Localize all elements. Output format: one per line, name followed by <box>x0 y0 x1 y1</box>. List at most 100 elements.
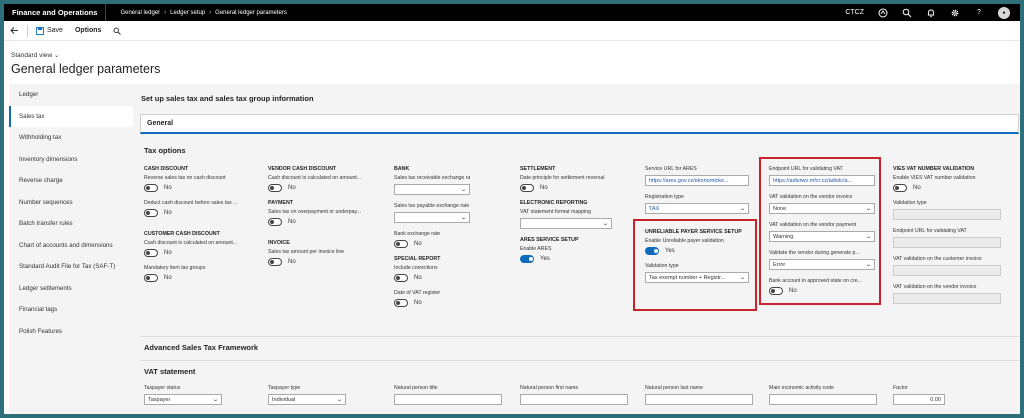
nav-item-number-sequences[interactable]: Number sequences <box>9 192 133 214</box>
vat-register-date-toggle[interactable]: No <box>394 299 470 307</box>
toggle-switch[interactable] <box>394 240 408 248</box>
divider <box>140 360 1019 361</box>
payable-rate-type-select[interactable]: ⌄ <box>394 212 470 223</box>
settlement-header: SETTLEMENT <box>520 166 556 172</box>
reverse-cash-discount-toggle[interactable]: No <box>144 184 256 192</box>
tab-general[interactable]: General <box>140 114 1019 134</box>
date-principle-toggle[interactable]: No <box>520 184 626 192</box>
bell-icon[interactable] <box>926 8 936 18</box>
include-corrections-toggle[interactable]: No <box>394 274 470 282</box>
registration-type-select[interactable]: TAX ⌄ <box>645 203 749 214</box>
chevron-down-icon: ⌄ <box>459 187 468 193</box>
taxpayer-status-value: Taxpayer <box>148 396 171 403</box>
breadcrumb-general-ledger[interactable]: General ledger <box>120 10 160 16</box>
app-frame: Finance and Operations General ledger › … <box>4 4 1020 414</box>
search-icon <box>113 27 122 35</box>
nav-item-saf-t[interactable]: Standard Audit File for Tax (SAF-T) <box>9 256 133 278</box>
back-button[interactable] <box>4 21 25 41</box>
copilot-icon[interactable] <box>878 8 888 18</box>
vat-register-date-label: Date of VAT register <box>394 290 441 296</box>
app-title[interactable]: Finance and Operations <box>4 4 107 21</box>
breadcrumb-ledger-setup[interactable]: Ledger setup <box>170 10 205 16</box>
natural-person-first-name-label: Natural person first name <box>520 385 579 391</box>
save-button[interactable]: Save <box>30 21 69 41</box>
nav-item-financial-tags[interactable]: Financial tags <box>9 299 133 321</box>
natural-person-first-name-input[interactable] <box>520 394 628 405</box>
vies-enable-toggle[interactable]: No <box>893 184 1001 192</box>
overpayment-label: Sales tax on overpayment or underpay... <box>268 209 362 215</box>
left-navigation: Ledger Sales tax Withholding tax Invento… <box>9 84 133 414</box>
toggle-switch[interactable] <box>893 184 907 192</box>
taxpayer-type-value: Individual <box>272 396 296 403</box>
ares-service-header: ARES SERVICE SETUP <box>520 237 579 243</box>
enable-ares-toggle[interactable]: Yes <box>520 255 626 263</box>
deduct-cash-discount-toggle[interactable]: No <box>144 209 256 217</box>
breadcrumb-general-ledger-parameters[interactable]: General ledger parameters <box>215 10 287 16</box>
bank-exchange-rate-toggle[interactable]: No <box>394 240 470 248</box>
mandatory-item-tax-groups-toggle[interactable]: No <box>144 274 256 282</box>
avatar[interactable]: ● <box>998 6 1010 19</box>
nav-item-ledger[interactable]: Ledger <box>9 84 133 106</box>
top-navigation-bar: Finance and Operations General ledger › … <box>4 4 1020 21</box>
gear-icon[interactable] <box>950 8 960 18</box>
mandatory-item-tax-groups-label: Mandatory item tax groups <box>144 265 206 271</box>
options-button[interactable]: Options <box>69 21 107 41</box>
nav-item-sales-tax[interactable]: Sales tax <box>9 105 133 127</box>
toggle-switch[interactable] <box>520 184 534 192</box>
nav-item-chart-of-accounts[interactable]: Chart of accounts and dimensions <box>9 235 133 257</box>
search-button[interactable] <box>107 21 127 41</box>
view-selector[interactable]: Standard view ⌄ <box>11 51 59 59</box>
ares-url-label: Service URL for ARES <box>645 166 697 172</box>
vies-customer-invoice-input <box>893 265 1001 276</box>
save-label: Save <box>47 27 63 34</box>
divider <box>140 336 1019 337</box>
toggle-switch[interactable] <box>144 184 158 192</box>
payment-header: PAYMENT <box>268 200 294 206</box>
toggle-switch[interactable] <box>520 255 534 263</box>
nav-item-withholding-tax[interactable]: Withholding tax <box>9 127 133 149</box>
vat-format-mapping-select[interactable]: ⌄ <box>520 218 612 229</box>
toggle-value: No <box>164 250 172 256</box>
toggle-switch[interactable] <box>394 274 408 282</box>
customer-cash-discount-calc-toggle[interactable]: No <box>144 249 256 257</box>
action-pane: Save Options <box>4 21 1020 41</box>
natural-person-last-name-input[interactable] <box>645 394 753 405</box>
bank-header: BANK <box>394 166 410 172</box>
nav-item-inventory-dimensions[interactable]: Inventory dimensions <box>9 149 133 171</box>
advanced-sales-tax-framework-title[interactable]: Advanced Sales Tax Framework <box>144 343 258 352</box>
toggle-switch[interactable] <box>394 299 408 307</box>
toggle-switch[interactable] <box>268 184 282 192</box>
taxpayer-status-select[interactable]: Taxpayer ⌄ <box>144 394 222 405</box>
vies-validation-type-input <box>893 209 1001 220</box>
overpayment-toggle[interactable]: No <box>268 218 380 226</box>
toggle-switch[interactable] <box>268 218 282 226</box>
factor-input[interactable]: 0.00 <box>893 394 945 405</box>
toggle-value: No <box>164 185 172 191</box>
vendor-cash-discount-calc-toggle[interactable]: No <box>268 184 380 192</box>
taxpayer-type-select[interactable]: Individual ⌄ <box>268 394 346 405</box>
natural-person-title-input[interactable] <box>394 394 502 405</box>
nav-item-batch-transfer-rules[interactable]: Batch transfer rules <box>9 213 133 235</box>
toggle-switch[interactable] <box>144 274 158 282</box>
column-vendor-cash-discount: VENDOR CASH DISCOUNT Cash discount is ca… <box>268 166 380 274</box>
chevron-down-icon: ⌄ <box>54 52 60 59</box>
factor-label: Factor <box>893 385 908 391</box>
date-principle-label: Date principle for settlement reversal <box>520 175 605 181</box>
vat-statement-title[interactable]: VAT statement <box>144 367 195 376</box>
per-invoice-line-toggle[interactable]: No <box>268 258 380 266</box>
divider <box>27 24 28 37</box>
nav-item-reverse-charge[interactable]: Reverse charge <box>9 170 133 192</box>
special-report-header: SPECIAL REPORT <box>394 256 441 262</box>
ares-url-input[interactable]: https://ares.gov.cz/ekonomicke... <box>645 175 749 186</box>
toggle-switch[interactable] <box>144 209 158 217</box>
nav-item-ledger-settlements[interactable]: Ledger settlements <box>9 278 133 300</box>
receivable-rate-type-select[interactable]: ⌄ <box>394 184 470 195</box>
company-selector[interactable]: CTCZ <box>845 9 864 16</box>
help-icon[interactable]: ? <box>974 8 984 18</box>
vendor-cash-discount-calc-label: Cash discount is calculated on amount... <box>268 175 362 181</box>
nav-item-polish-features[interactable]: Polish Features <box>9 321 133 343</box>
search-icon[interactable] <box>902 8 912 18</box>
main-activity-code-input[interactable] <box>769 394 877 405</box>
toggle-switch[interactable] <box>268 258 282 266</box>
toggle-switch[interactable] <box>144 249 158 257</box>
